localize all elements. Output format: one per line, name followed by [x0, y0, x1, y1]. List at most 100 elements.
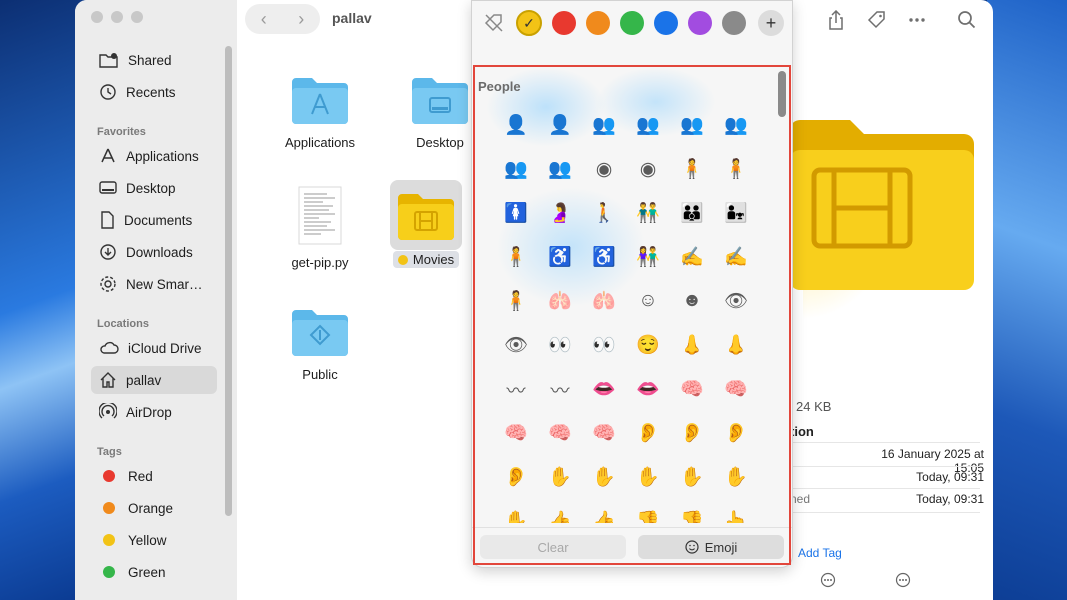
sidebar-item-home[interactable]: pallav: [91, 366, 217, 394]
folder-icon: [292, 310, 348, 356]
more-icon[interactable]: [895, 572, 911, 591]
applications-icon: [101, 148, 115, 163]
color-swatch-orange[interactable]: [586, 11, 610, 35]
divider: [790, 488, 980, 489]
sidebar-tag-yellow[interactable]: Yellow: [91, 526, 217, 554]
color-swatch-yellow-selected[interactable]: ✓: [516, 10, 542, 36]
file-size: 24 KB: [796, 399, 832, 414]
back-chevron-icon[interactable]: ‹: [261, 9, 267, 30]
sidebar-item-label: Green: [128, 564, 166, 580]
movies-folder-icon: [398, 194, 454, 240]
color-swatch-red[interactable]: [552, 11, 576, 35]
sidebar-item-documents[interactable]: Documents: [91, 206, 217, 234]
preview-pane: 24 KB tion 16 January 2025 at 15:05 Toda…: [790, 36, 990, 596]
close-button[interactable]: [91, 11, 103, 23]
sidebar-item-label: Orange: [128, 500, 174, 516]
sidebar-item-label: Downloads: [126, 244, 193, 260]
selected-file-label: Movies: [392, 251, 460, 268]
sidebar-section-favorites: Favorites: [97, 126, 146, 138]
sidebar-scrollbar[interactable]: [225, 46, 232, 516]
color-swatch-gray[interactable]: [722, 11, 746, 35]
more-icon[interactable]: [820, 572, 836, 591]
info-section-title: tion: [790, 424, 814, 439]
divider: [790, 466, 980, 467]
sidebar-section-tags: Tags: [97, 446, 122, 458]
opened-date: Today, 09:31: [916, 492, 984, 506]
tag-color-dot: [103, 502, 115, 514]
sidebar-item-label: Documents: [124, 212, 193, 228]
sidebar-item-label: Shared: [128, 52, 172, 68]
forward-chevron-icon[interactable]: ›: [298, 9, 304, 30]
file-label: Movies: [412, 252, 455, 267]
desktop-wallpaper-right: [987, 0, 1067, 600]
movies-folder-preview-icon: [790, 120, 974, 290]
search-icon[interactable]: [957, 10, 977, 35]
sidebar-tag-green[interactable]: Green: [91, 558, 217, 586]
color-picker-row: ✓ +: [482, 10, 784, 36]
checkmark-icon: ✓: [523, 14, 535, 31]
folder-icon: [412, 78, 468, 124]
document-icon: [101, 211, 114, 229]
sidebar-item-icloud[interactable]: iCloud Drive: [91, 334, 217, 362]
shared-folder-icon: [99, 53, 118, 68]
desktop-wallpaper-left: [0, 0, 80, 600]
color-swatch-blue[interactable]: [654, 11, 678, 35]
divider: [790, 442, 980, 443]
file-label: get-pip.py: [291, 255, 349, 270]
zoom-button[interactable]: [131, 11, 143, 23]
home-icon: [100, 372, 116, 388]
more-actions-icon[interactable]: [907, 10, 927, 35]
sidebar-item-label: Desktop: [126, 180, 176, 196]
tag-color-dot: [103, 566, 115, 578]
add-color-button[interactable]: +: [758, 10, 784, 36]
sidebar: Shared Recents Favorites Applications De…: [75, 0, 237, 600]
airdrop-icon: [99, 403, 117, 419]
sidebar-section-locations: Locations: [97, 318, 149, 330]
file-label: Applications: [284, 135, 356, 150]
python-file-icon: [298, 186, 342, 245]
highlight-annotation-box: [473, 65, 791, 565]
sidebar-item-label: Yellow: [128, 532, 167, 548]
sidebar-item-label: New Smar…: [126, 276, 203, 292]
file-item-selected[interactable]: Movies: [371, 186, 481, 268]
sidebar-item-shared[interactable]: Shared: [91, 46, 217, 74]
sidebar-item-label: pallav: [126, 372, 162, 388]
window-controls: [91, 11, 143, 23]
minimize-button[interactable]: [111, 11, 123, 23]
cloud-icon: [100, 341, 119, 354]
sidebar-item-airdrop[interactable]: AirDrop: [91, 398, 217, 426]
info-row-label: ned: [790, 492, 811, 506]
sidebar-item-downloads[interactable]: Downloads: [91, 238, 217, 266]
sidebar-tag-red[interactable]: Red: [91, 462, 217, 490]
sidebar-item-label: Red: [128, 468, 153, 484]
sidebar-item-desktop[interactable]: Desktop: [91, 174, 217, 202]
clock-icon: [100, 84, 116, 100]
sidebar-item-label: AirDrop: [126, 404, 172, 420]
sidebar-item-label: Recents: [126, 84, 176, 100]
sidebar-tag-orange[interactable]: Orange: [91, 494, 217, 522]
add-tag-link[interactable]: Add Tag: [798, 546, 842, 560]
window-title: pallav: [332, 10, 372, 26]
file-item[interactable]: get-pip.py: [265, 186, 375, 270]
color-swatch-green[interactable]: [620, 11, 644, 35]
modified-date: Today, 09:31: [916, 470, 984, 484]
sidebar-item-smart-folder[interactable]: New Smar…: [91, 270, 217, 298]
download-icon: [100, 244, 116, 260]
share-icon[interactable]: [827, 9, 845, 35]
nav-buttons: ‹ ›: [245, 4, 320, 34]
tag-icon[interactable]: [867, 10, 887, 35]
gear-icon: [100, 276, 116, 292]
sidebar-item-applications[interactable]: Applications: [91, 142, 217, 170]
desktop-icon: [99, 181, 117, 194]
file-item[interactable]: Applications: [265, 74, 375, 150]
divider: [790, 512, 980, 513]
sidebar-item-label: Applications: [126, 148, 199, 164]
sidebar-item-recents[interactable]: Recents: [91, 78, 217, 106]
file-item[interactable]: Public: [265, 306, 375, 382]
no-color-icon[interactable]: [482, 11, 506, 35]
folder-icon: [292, 78, 348, 124]
tag-color-dot: [103, 534, 115, 546]
color-swatch-purple[interactable]: [688, 11, 712, 35]
tag-color-dot: [397, 254, 408, 265]
tag-color-dot: [103, 470, 115, 482]
